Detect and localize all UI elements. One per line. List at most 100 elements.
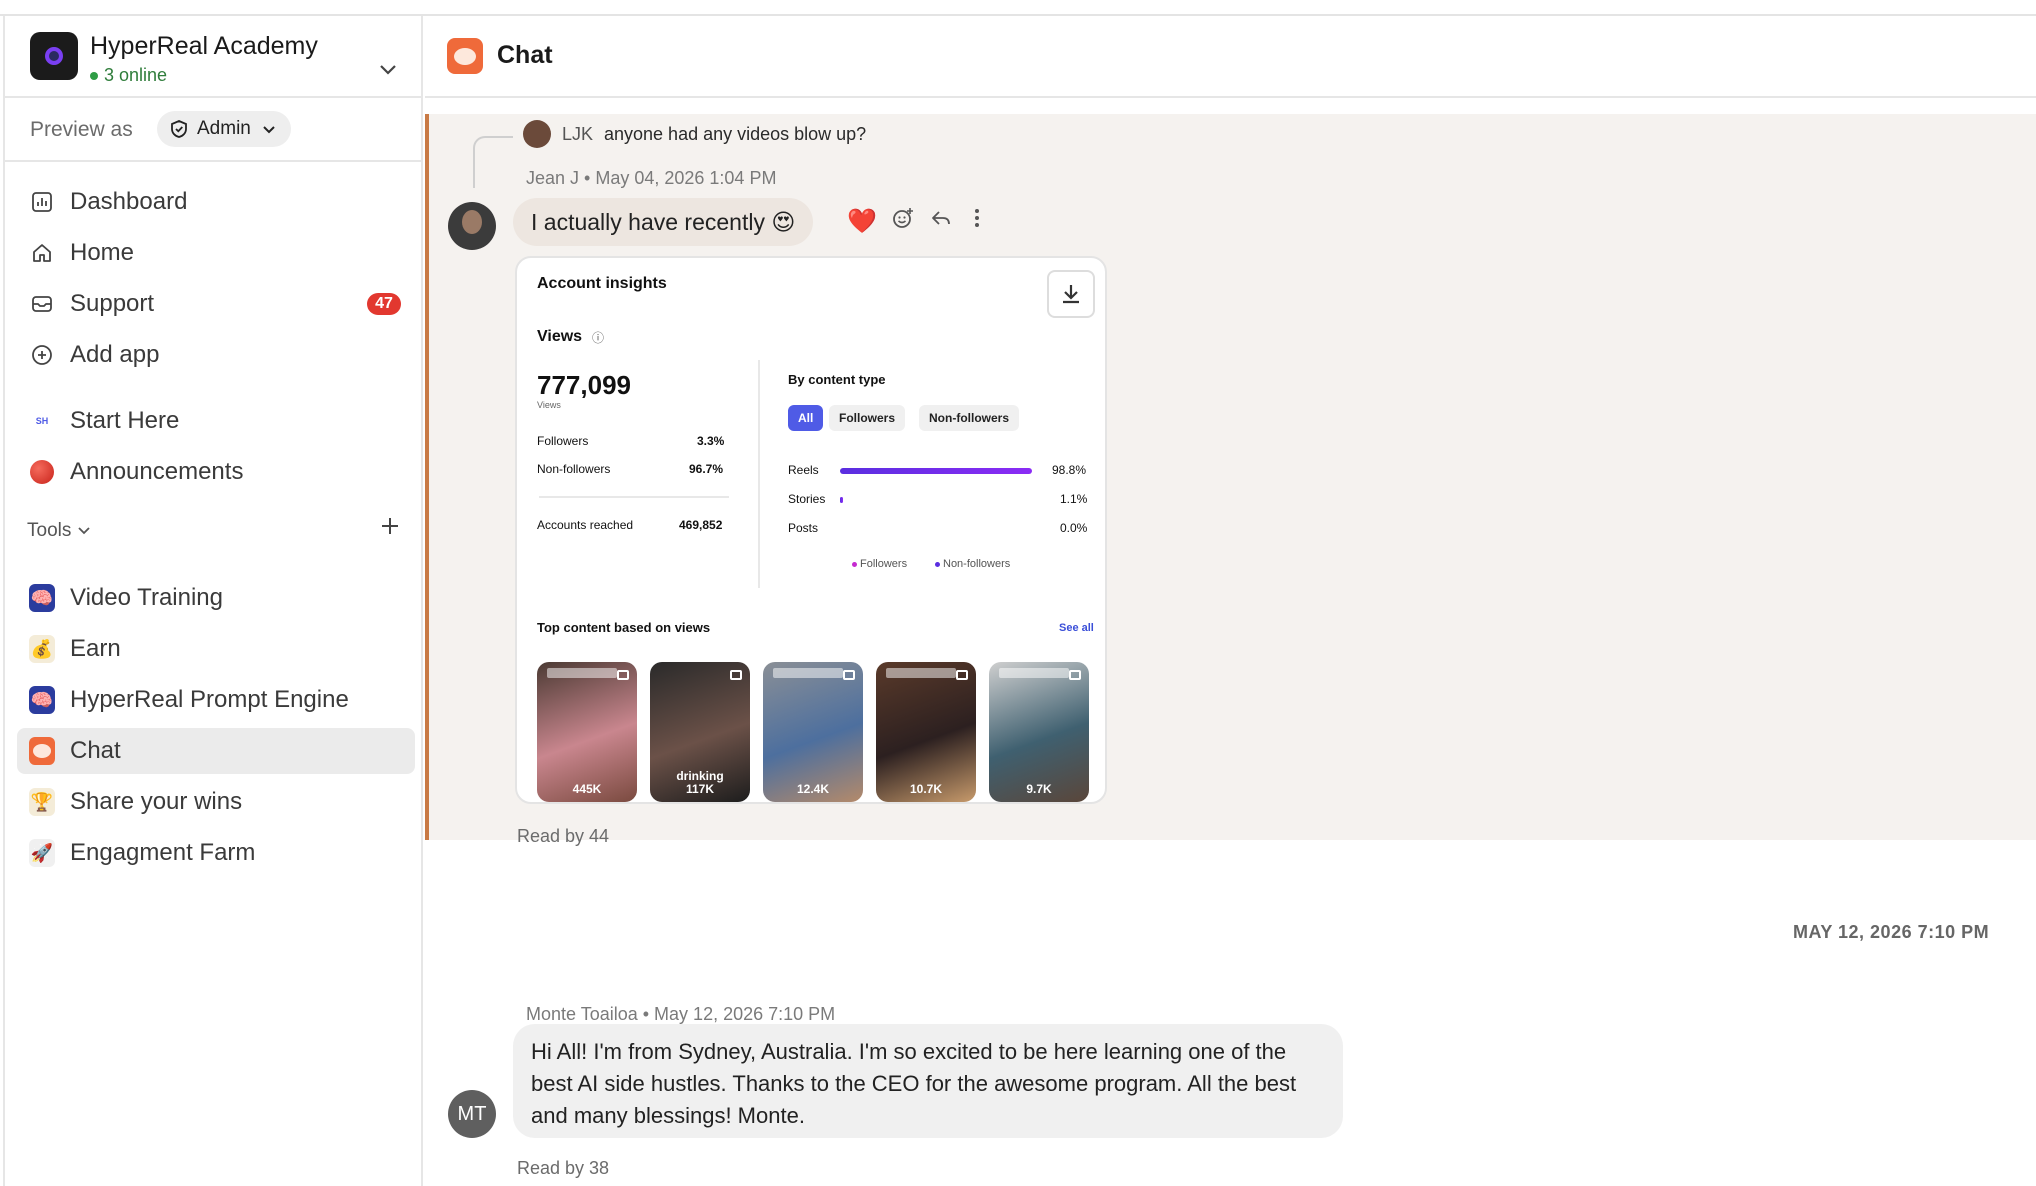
workspace-switcher[interactable]: HyperReal Academy 3 online: [5, 16, 423, 98]
reply-author[interactable]: LJK: [562, 124, 593, 145]
pill-nonfollowers: Non-followers: [919, 405, 1019, 431]
chat-bubble-icon: [447, 38, 483, 74]
bar-posts: [840, 526, 1034, 532]
thumbnail-views: 9.7K: [1026, 782, 1052, 796]
content-thumbnail: 12.4K: [763, 662, 863, 802]
insights-title: Account insights: [537, 275, 667, 292]
divider: [539, 496, 729, 498]
thumbnail-views: 445K: [572, 782, 602, 796]
content-thumbnail: 9.7K: [989, 662, 1089, 802]
chevron-down-icon[interactable]: [379, 60, 397, 81]
reply-preview-text[interactable]: anyone had any videos blow up?: [604, 124, 866, 145]
content-thumbnail: 10.7K: [876, 662, 976, 802]
nav-label: Share your wins: [70, 788, 243, 815]
nav-item-dashboard[interactable]: Dashboard: [17, 179, 415, 225]
online-count: 3 online: [104, 65, 168, 85]
message-meta: Jean J • May 04, 2026 1:04 PM: [526, 168, 777, 188]
red-circle-icon: [29, 459, 55, 485]
avatar[interactable]: [448, 202, 496, 250]
avatar[interactable]: MT: [448, 1090, 496, 1138]
nav-item-start-here[interactable]: SH Start Here: [17, 398, 415, 444]
nav-label: Announcements: [70, 458, 244, 485]
nav-label: Add app: [70, 341, 160, 368]
reached-value: 469,852: [679, 518, 723, 532]
trophy-icon: 🏆: [29, 788, 55, 816]
followers-label: Followers: [537, 434, 589, 448]
sidebar: HyperReal Academy 3 online Preview as Ad…: [3, 16, 423, 1186]
legend-nonfollowers: Non-followers: [935, 558, 1010, 570]
nav-item-home[interactable]: Home: [17, 230, 415, 276]
role-label: Admin: [197, 118, 251, 139]
chevron-down-icon: [78, 527, 90, 535]
tools-section-toggle[interactable]: Tools: [27, 520, 91, 542]
pill-followers: Followers: [829, 405, 906, 431]
brain-icon: 🧠: [29, 686, 55, 714]
content-thumbnail: drinking 117K: [650, 662, 750, 802]
nav-item-support[interactable]: Support 47: [17, 281, 415, 327]
preview-as-label: Preview as: [30, 118, 133, 141]
nav-label: HyperReal Prompt Engine: [70, 686, 349, 713]
reply-connector: [473, 136, 513, 188]
by-content-label: By content type: [788, 372, 886, 387]
workspace-name: HyperReal Academy: [90, 32, 318, 60]
money-bag-icon: 💰: [29, 635, 55, 663]
row-label-stories: Stories: [788, 492, 826, 506]
page-title: Chat: [497, 41, 553, 69]
nav-item-announcements[interactable]: Announcements: [17, 449, 415, 495]
nav-item-earn[interactable]: 💰 Earn: [17, 626, 415, 672]
read-receipt[interactable]: Read by 38: [517, 1158, 609, 1179]
tools-label: Tools: [27, 520, 72, 541]
reply-icon[interactable]: [929, 206, 953, 237]
nav-item-prompt-engine[interactable]: 🧠 HyperReal Prompt Engine: [17, 677, 415, 723]
bar-reels: [840, 468, 1034, 474]
plus-circle-icon: [29, 342, 55, 368]
workspace-logo: [30, 32, 78, 80]
nav-item-add-app[interactable]: Add app: [17, 332, 415, 378]
legend-followers: Followers: [852, 558, 907, 570]
top-content-label: Top content based on views: [537, 620, 711, 635]
message-actions: ❤️: [847, 206, 987, 237]
more-options-icon[interactable]: [967, 206, 987, 237]
inbox-icon: [29, 291, 55, 317]
role-selector[interactable]: Admin: [157, 111, 291, 147]
nav-label: Engagment Farm: [70, 839, 256, 866]
row-value-stories: 1.1%: [1060, 492, 1088, 506]
nav-label: Home: [70, 239, 135, 266]
bar-fill: [840, 497, 843, 503]
download-icon[interactable]: [1047, 270, 1095, 318]
nav-label: Support: [70, 290, 155, 317]
online-status: 3 online: [90, 65, 167, 86]
heart-reaction-icon[interactable]: ❤️: [847, 207, 877, 236]
preview-as-bar: Preview as Admin: [5, 100, 423, 162]
chevron-down-icon: [263, 126, 275, 134]
reached-label: Accounts reached: [537, 518, 634, 532]
nav-label: Start Here: [70, 407, 180, 434]
views-value: 777,099: [537, 370, 631, 400]
avatar[interactable]: [523, 120, 551, 148]
nav-label: Chat: [70, 737, 121, 764]
add-tool-icon[interactable]: [379, 512, 401, 544]
chat-bubble-icon: [29, 737, 55, 765]
online-dot-icon: [90, 71, 98, 80]
followers-value: 3.3%: [697, 434, 725, 448]
nav-item-engagement-farm[interactable]: 🚀 Engagment Farm: [17, 830, 415, 876]
nav-label: Video Training: [70, 584, 223, 611]
see-all-link: See all: [1059, 622, 1094, 634]
add-reaction-icon[interactable]: [891, 206, 915, 237]
chat-header: Chat: [425, 16, 2036, 98]
nav-item-share-wins[interactable]: 🏆 Share your wins: [17, 779, 415, 825]
views-sub: Views: [537, 400, 561, 410]
thumbnail-views: drinking 117K: [676, 769, 724, 796]
read-receipt[interactable]: Read by 44: [517, 826, 609, 847]
date-separator: MAY 12, 2026 7:10 PM: [1793, 922, 1990, 942]
nav-item-chat[interactable]: Chat: [17, 728, 415, 774]
nonfollowers-value: 96.7%: [689, 462, 724, 476]
bar-stories: [840, 497, 1034, 503]
image-attachment[interactable]: Account insights Views ⓘ 777,099 Views F…: [515, 256, 1107, 804]
shield-icon: [171, 120, 187, 138]
row-value-posts: 0.0%: [1060, 521, 1088, 535]
nav-label: Earn: [70, 635, 121, 662]
nav-item-video-training[interactable]: 🧠 Video Training: [17, 575, 415, 621]
message-bubble: Hi All! I'm from Sydney, Australia. I'm …: [513, 1024, 1343, 1138]
info-icon: ⓘ: [592, 331, 605, 345]
